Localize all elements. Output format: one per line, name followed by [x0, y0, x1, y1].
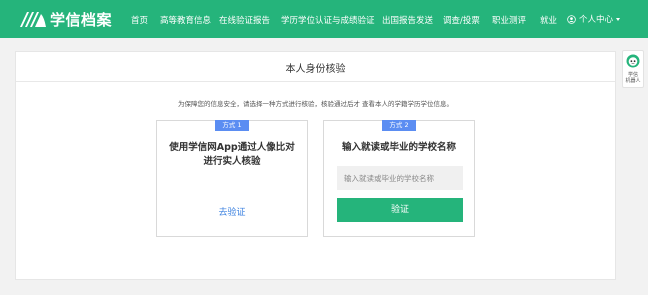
school-name-input[interactable] — [337, 166, 463, 190]
top-navigation-bar: 学信档案 首页 高等教育信息 在线验证报告 学历学位认证与成绩验证 出国报告发送… — [0, 0, 648, 38]
chevron-down-icon — [616, 17, 621, 21]
user-icon — [567, 14, 576, 24]
robot-label-line-2: 机器人 — [625, 78, 641, 84]
go-verify-link[interactable]: 去验证 — [157, 205, 307, 218]
title-divider — [16, 81, 615, 82]
robot-icon — [626, 54, 640, 68]
user-center-label: 个人中心 — [579, 15, 614, 25]
verify-button[interactable]: 验证 — [337, 198, 463, 222]
page-title: 本人身份核验 — [285, 64, 346, 75]
nav-item-career-assessment[interactable]: 职业测评 — [492, 14, 526, 26]
user-center-menu[interactable]: 个人中心 — [567, 13, 621, 25]
method-1-card: 方式 1 使用学信网App通过人像比对进行实人核验 去验证 — [156, 120, 308, 237]
security-notice: 为保障您的信息安全，请选择一种方式进行核验，核验通过后才 查看本人的学籍学历学位… — [177, 100, 454, 108]
nav-item-home[interactable]: 首页 — [131, 14, 148, 26]
nav-item-overseas-report[interactable]: 出国报告发送 — [382, 14, 433, 26]
nav-item-survey-vote[interactable]: 调查/投票 — [443, 14, 480, 26]
identity-verification-panel: 本人身份核验 为保障您的信息安全，请选择一种方式进行核验，核验通过后才 查看本人… — [15, 51, 616, 280]
method-1-badge: 方式 1 — [215, 120, 249, 131]
method-2-badge: 方式 2 — [382, 120, 416, 131]
nav-item-employment[interactable]: 就业 — [540, 14, 557, 26]
nav-item-online-verification-report[interactable]: 在线验证报告 — [219, 14, 270, 26]
method-2-card: 方式 2 输入就读或毕业的学校名称 验证 — [323, 120, 475, 237]
book-logo-icon — [20, 12, 46, 27]
brand-name: 学信档案 — [50, 10, 113, 29]
xuexin-robot-widget[interactable]: 学信 机器人 — [622, 50, 644, 88]
method-1-heading: 使用学信网App通过人像比对进行实人核验 — [169, 142, 295, 167]
nav-item-higher-education-info[interactable]: 高等教育信息 — [160, 14, 211, 26]
method-2-heading: 输入就读或毕业的学校名称 — [341, 142, 456, 153]
nav-item-degree-certification[interactable]: 学历学位认证与成绩验证 — [281, 14, 375, 26]
brand-logo[interactable]: 学信档案 — [18, 8, 112, 30]
